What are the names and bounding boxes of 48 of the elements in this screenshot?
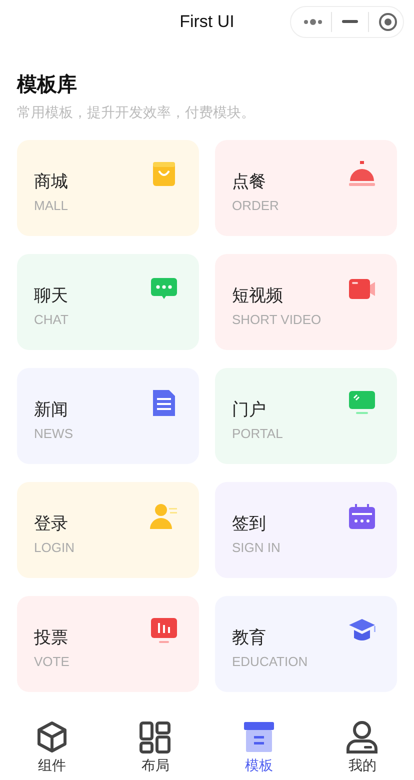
card-subtitle: ORDER: [232, 197, 279, 215]
template-card[interactable]: 教育 EDUCATION: [215, 596, 397, 692]
page-title: 模板库: [17, 72, 78, 98]
tab-item[interactable]: 组件: [0, 720, 104, 774]
template-card[interactable]: 投票 VOTE: [17, 596, 199, 692]
bar-chart-icon: [149, 616, 179, 646]
nav-title: First UI: [180, 11, 234, 34]
card-subtitle: NEWS: [34, 425, 73, 443]
capsule-menu[interactable]: [290, 6, 404, 38]
card-title: 聊天: [34, 285, 68, 307]
card-title: 教育: [232, 627, 267, 649]
card-title: 商城: [34, 171, 68, 193]
card-title: 点餐: [232, 171, 267, 193]
card-title: 短视频: [232, 285, 284, 307]
card-subtitle: MALL: [34, 197, 68, 215]
minimize-icon[interactable]: [342, 20, 358, 24]
page-subtitle: 常用模板，提升开发效率，付费模块。: [17, 103, 256, 122]
archive-box-icon: [242, 720, 276, 754]
cube-icon: [34, 720, 69, 754]
calendar-icon: [347, 502, 377, 532]
tab-item[interactable]: 布局: [104, 720, 207, 774]
card-subtitle: SHORT VIDEO: [232, 311, 322, 329]
card-subtitle: PORTAL: [232, 425, 283, 443]
template-card[interactable]: 登录 LOGIN: [17, 482, 199, 578]
more-icon[interactable]: [303, 18, 323, 26]
template-card[interactable]: 短视频 SHORT VIDEO: [215, 254, 397, 350]
card-subtitle: CHAT: [34, 311, 68, 329]
card-title: 新闻: [34, 399, 69, 421]
template-card[interactable]: 新闻 NEWS: [17, 368, 199, 464]
card-title: 登录: [34, 513, 69, 535]
grid-icon: [138, 720, 172, 754]
card-title: 投票: [34, 627, 69, 649]
template-card[interactable]: 门户 PORTAL: [215, 368, 397, 464]
user-icon: [149, 502, 179, 532]
card-subtitle: EDUCATION: [232, 653, 308, 671]
card-title: 门户: [232, 399, 267, 421]
card-subtitle: LOGIN: [34, 539, 74, 557]
tab-item[interactable]: 模板: [207, 720, 310, 774]
close-icon[interactable]: [378, 12, 398, 32]
template-card[interactable]: 签到 SIGN IN: [215, 482, 397, 578]
template-card[interactable]: 点餐 ORDER: [215, 140, 397, 236]
template-card[interactable]: 商城 MALL: [17, 140, 199, 236]
card-subtitle: VOTE: [34, 653, 70, 671]
template-card[interactable]: 聊天 CHAT: [17, 254, 199, 350]
card-subtitle: SIGN IN: [232, 539, 280, 557]
user-icon: [345, 720, 380, 754]
card-title: 签到: [232, 513, 267, 535]
tab-item[interactable]: 我的: [310, 720, 414, 774]
